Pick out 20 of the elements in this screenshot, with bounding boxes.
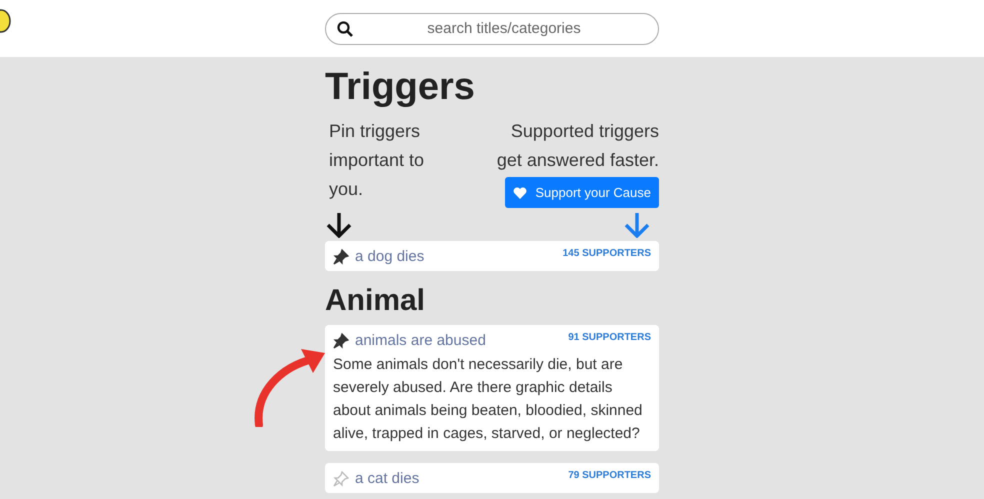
supporters-count: 145 SUPPORTERS: [562, 248, 651, 259]
logo-icon[interactable]: [0, 8, 12, 34]
search-icon: [337, 20, 353, 36]
support-button[interactable]: Support your Cause: [505, 177, 659, 208]
pin-icon[interactable]: [333, 332, 349, 348]
trigger-link[interactable]: a dog dies: [355, 248, 424, 265]
heart-icon: [513, 186, 528, 198]
supporters-count: 79 SUPPORTERS: [568, 470, 651, 481]
down-arrow-icon: [325, 212, 353, 238]
pin-hint: Pin triggers important to you.: [329, 120, 426, 201]
search-field[interactable]: search titles/categories: [325, 12, 659, 44]
down-arrow-icon: [623, 212, 651, 238]
pin-icon[interactable]: [333, 248, 349, 264]
supporters-count: 91 SUPPORTERS: [568, 332, 651, 343]
trigger-description: Some animals don't necessarily die, but are severely abused. Are there graphic details about animals being beaten, bloodied, skinned alive, trapped in cages, starved, or neglected?: [333, 355, 644, 444]
support-hint: Supported triggers get answered faster.: [496, 120, 659, 172]
page-title: Triggers: [325, 65, 476, 109]
trigger-link[interactable]: a cat dies: [355, 470, 420, 487]
category-title: Animal: [325, 283, 426, 319]
trigger-link[interactable]: animals are abused: [355, 332, 486, 349]
